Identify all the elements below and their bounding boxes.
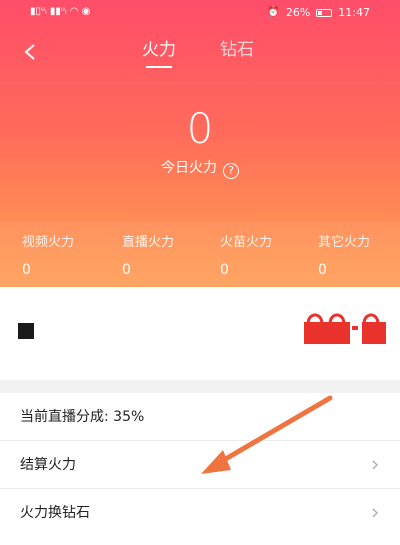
stat-value: 0	[220, 262, 229, 278]
stat-value: 0	[22, 262, 31, 278]
fire-stats: 视频火力 0 直播火力 0 火苗火力 0 其它火力 0	[0, 222, 400, 287]
tab-underline	[146, 66, 172, 68]
question-circle-icon[interactable]: ?	[223, 163, 239, 179]
list-item-fire-to-diamond[interactable]: 火力换钻石	[0, 489, 400, 545]
list-item-label: 结算火力	[20, 457, 76, 473]
tab-diamond[interactable]: 钻石	[216, 38, 258, 62]
chevron-right-icon	[372, 460, 379, 470]
today-fire-label-row: 今日火力?	[0, 158, 400, 179]
status-left-icons: ▮▯ᵘₗ ▮▮ᵘₗ ◠ ◉	[30, 6, 90, 18]
stat-label: 其它火力	[318, 235, 371, 250]
status-right: ⏰ 26% 11:47	[267, 6, 370, 19]
stat-other-fire: 其它火力 0	[318, 234, 400, 280]
chevron-right-icon	[372, 508, 379, 518]
today-fire-value: 0	[186, 104, 214, 153]
chevron-left-icon	[24, 44, 35, 60]
alarm-icon: ⏰	[267, 6, 280, 18]
fire-header: ▮▯ᵘₗ ▮▮ᵘₗ ◠ ◉ ⏰ 26% 11:47 火力 钻石 0 今日火力? …	[0, 0, 400, 287]
battery-icon	[316, 8, 333, 17]
status-time: 11:47	[338, 6, 370, 19]
stat-live-fire: 直播火力 0	[122, 234, 222, 280]
status-bar: ▮▯ᵘₗ ▮▮ᵘₗ ◠ ◉ ⏰ 26% 11:47	[0, 0, 400, 24]
stat-value: 0	[318, 262, 327, 278]
battery-percent: 26%	[285, 6, 311, 19]
network-signal-icon: ▮▯ᵘₗ ▮▮ᵘₗ ◠ ◉	[30, 6, 91, 17]
tab-fire[interactable]: 火力	[138, 38, 180, 62]
list-item-label: 火力换钻石	[20, 505, 90, 521]
stat-label: 直播火力	[122, 235, 175, 250]
gift-icon	[304, 313, 386, 344]
tab-bar: 火力 钻石	[138, 38, 262, 68]
today-fire-label: 今日火力	[161, 160, 217, 176]
back-button[interactable]	[18, 40, 42, 64]
stat-label: 视频火力	[22, 235, 75, 250]
stat-value: 0	[122, 262, 131, 278]
stat-video-fire: 视频火力 0	[22, 234, 122, 280]
annotation-arrow-icon	[201, 395, 333, 474]
stat-flame-fire: 火苗火力 0	[220, 234, 320, 280]
redacted-square-icon	[18, 323, 34, 339]
list-item-label: 当前直播分成: 35%	[20, 409, 145, 425]
stat-label: 火苗火力	[220, 235, 273, 250]
